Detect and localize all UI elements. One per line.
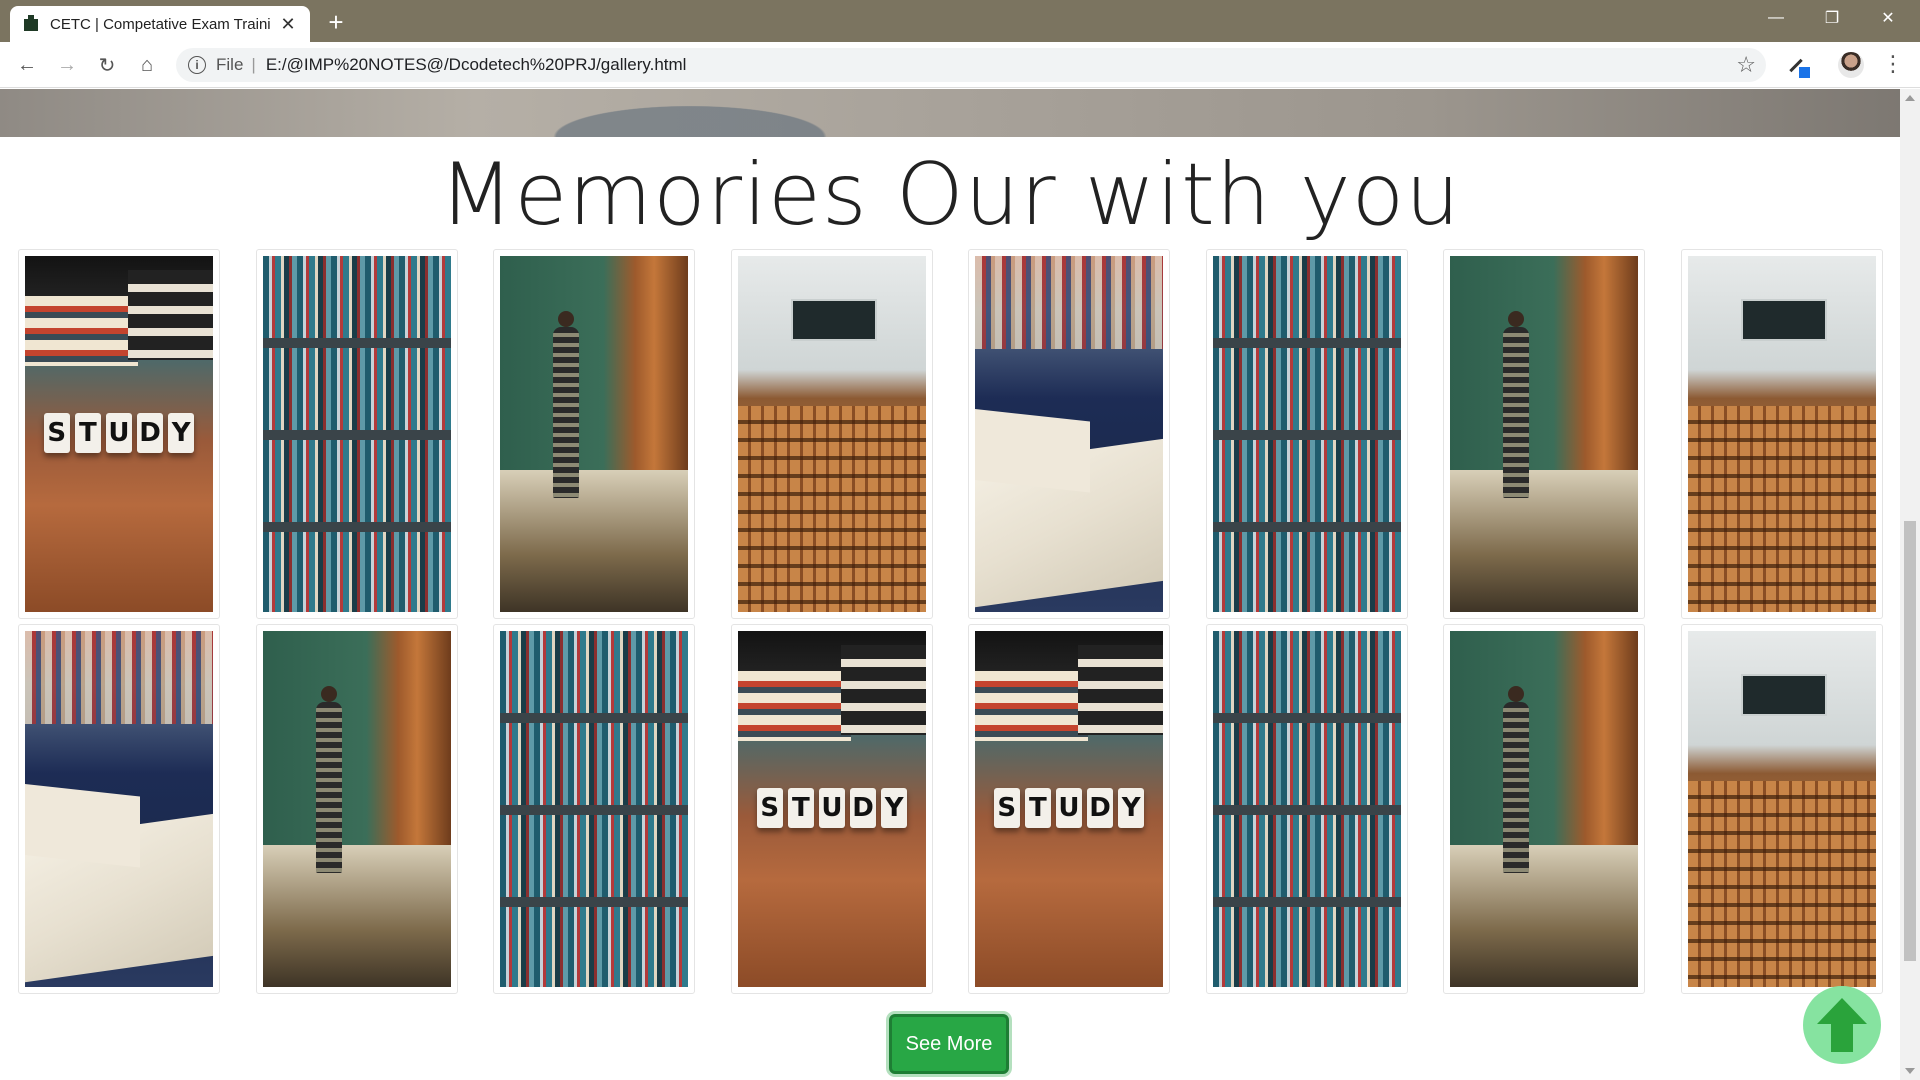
header-banner-image xyxy=(0,89,1900,137)
info-icon[interactable]: i xyxy=(188,56,206,74)
gallery-card[interactable] xyxy=(493,249,695,619)
extension-icon[interactable] xyxy=(1786,54,1810,78)
gallery-heading: Memories Our with you xyxy=(439,145,1461,245)
study-icon-image: STUDY xyxy=(25,256,213,612)
url-text[interactable]: E:/@IMP%20NOTES@/Dcodetech%20PRJ/gallery… xyxy=(266,55,687,75)
tab-title: CETC | Competative Exam Training xyxy=(50,15,270,33)
gallery-card[interactable] xyxy=(1206,249,1408,619)
gallery-card[interactable] xyxy=(1206,624,1408,994)
gallery-card[interactable] xyxy=(18,624,220,994)
gallery-card[interactable] xyxy=(256,624,458,994)
gallery-card[interactable]: STUDY xyxy=(18,249,220,619)
open-book-image xyxy=(975,256,1163,612)
gallery-card[interactable] xyxy=(1681,624,1883,994)
chalkboard-image xyxy=(263,631,451,987)
browser-titlebar: CETC | Competative Exam Training ✕ + — ❐… xyxy=(0,0,1920,42)
study-letter-blocks: STUDY xyxy=(43,412,195,453)
lecture-hall-image xyxy=(1688,256,1876,612)
study-letter-blocks: STUDY xyxy=(756,787,908,828)
gallery-card[interactable] xyxy=(256,249,458,619)
lecture-hall-image xyxy=(738,256,926,612)
browser-tab[interactable]: CETC | Competative Exam Training ✕ xyxy=(10,6,310,42)
browser-menu-icon[interactable]: ⋮ xyxy=(1882,53,1904,78)
bookshelf-image xyxy=(500,631,688,987)
page-viewport: Memories Our with you STUDY STUDY STUDY Se… xyxy=(0,89,1900,1080)
gallery-card[interactable] xyxy=(731,249,933,619)
gallery-card[interactable]: STUDY xyxy=(731,624,933,994)
tab-close-icon[interactable]: ✕ xyxy=(278,14,298,35)
scroll-thumb[interactable] xyxy=(1904,521,1916,961)
study-icon-image: STUDY xyxy=(975,631,1163,987)
new-tab-button[interactable]: + xyxy=(322,8,350,36)
address-bar[interactable]: i File | E:/@IMP%20NOTES@/Dcodetech%20PR… xyxy=(176,48,1766,82)
minimize-button[interactable]: — xyxy=(1748,0,1804,36)
study-letter-blocks: STUDY xyxy=(993,787,1145,828)
bookshelf-image xyxy=(1213,256,1401,612)
gallery-card[interactable] xyxy=(968,249,1170,619)
reload-button[interactable]: ↻ xyxy=(92,50,122,80)
gallery-card[interactable] xyxy=(1443,249,1645,619)
back-button[interactable]: ← xyxy=(12,50,42,80)
gallery-card[interactable] xyxy=(1443,624,1645,994)
home-button[interactable]: ⌂ xyxy=(132,50,162,80)
bookshelf-image xyxy=(263,256,451,612)
profile-avatar[interactable] xyxy=(1838,52,1864,78)
see-more-button[interactable]: See More xyxy=(889,1014,1009,1074)
scroll-down-icon[interactable] xyxy=(1905,1068,1915,1074)
gallery-card[interactable] xyxy=(493,624,695,994)
forward-button[interactable]: → xyxy=(52,50,82,80)
bookmark-star-icon[interactable]: ☆ xyxy=(1736,52,1756,78)
chalkboard-image xyxy=(1450,631,1638,987)
chalkboard-image xyxy=(1450,256,1638,612)
gallery-card[interactable]: STUDY xyxy=(968,624,1170,994)
bookshelf-image xyxy=(1213,631,1401,987)
url-separator: | xyxy=(251,55,256,74)
favicon-icon xyxy=(22,15,40,33)
gallery-card[interactable] xyxy=(1681,249,1883,619)
page-scrollbar[interactable] xyxy=(1900,89,1920,1080)
lecture-hall-image xyxy=(1688,631,1876,987)
chalkboard-image xyxy=(500,256,688,612)
scroll-up-icon[interactable] xyxy=(1905,95,1915,101)
scroll-to-top-button[interactable] xyxy=(1803,986,1881,1064)
open-book-image xyxy=(25,631,213,987)
browser-toolbar: ← → ↻ ⌂ i File | E:/@IMP%20NOTES@/Dcodet… xyxy=(0,42,1920,88)
scheme-label: File xyxy=(216,55,244,74)
restore-button[interactable]: ❐ xyxy=(1804,0,1860,36)
close-window-button[interactable]: ✕ xyxy=(1860,0,1916,36)
arrow-up-icon xyxy=(1817,998,1867,1052)
study-icon-image: STUDY xyxy=(738,631,926,987)
